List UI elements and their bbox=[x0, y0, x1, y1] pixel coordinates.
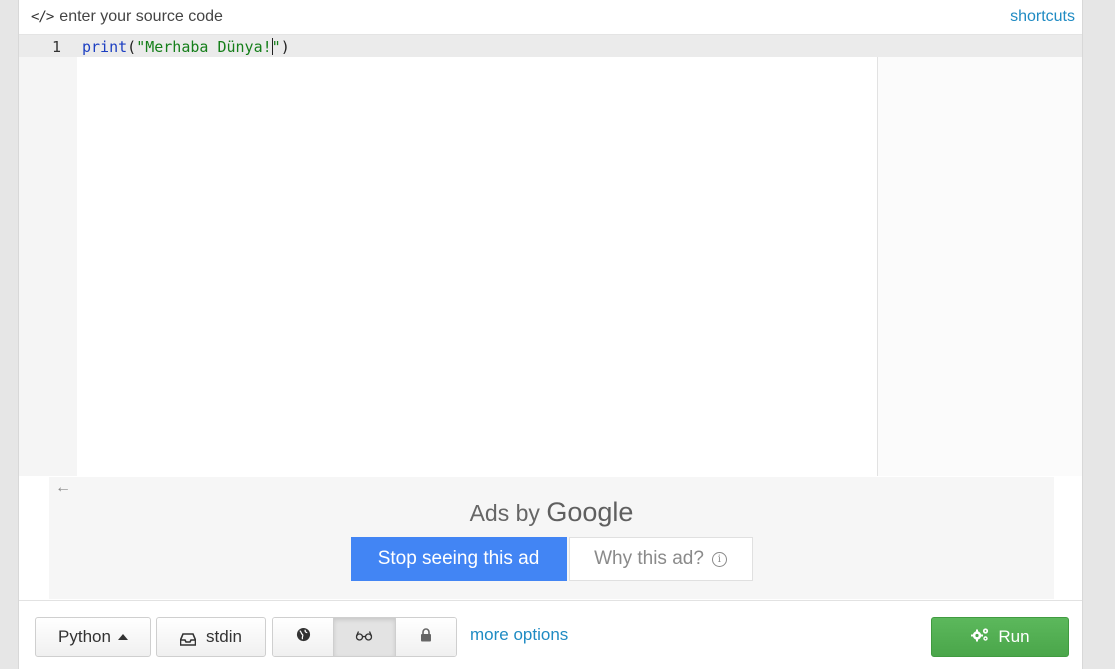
info-icon: i bbox=[711, 551, 727, 567]
code-text[interactable]: print("Merhaba Dünya!") bbox=[82, 36, 290, 58]
caret-up-icon bbox=[117, 634, 128, 640]
mode-toggle-group bbox=[272, 617, 457, 657]
globe-icon bbox=[296, 627, 311, 647]
editor-label: </> enter your source code bbox=[31, 8, 223, 26]
ads-by-text: Ads by bbox=[469, 500, 540, 526]
code-close-paren: ) bbox=[280, 38, 290, 56]
code-line[interactable]: 1 print("Merhaba Dünya!") bbox=[19, 36, 1082, 58]
shortcuts-link[interactable]: shortcuts bbox=[1010, 8, 1075, 26]
print-margin-line bbox=[877, 35, 878, 476]
inbox-icon bbox=[179, 631, 197, 646]
print-margin-area bbox=[878, 35, 1082, 476]
compiler-panel: </> enter your source code shortcuts 1 p… bbox=[18, 0, 1083, 669]
lock-icon bbox=[420, 627, 432, 647]
language-select-button[interactable]: Python bbox=[35, 617, 151, 657]
gears-icon bbox=[970, 627, 990, 647]
ad-area: ← Ads by Google Stop seeing this ad Why … bbox=[49, 477, 1054, 599]
code-string: "Merhaba Dünya! bbox=[136, 38, 272, 56]
glasses-icon bbox=[355, 628, 373, 646]
why-this-ad-label: Why this ad? bbox=[594, 548, 704, 569]
code-open-paren: ( bbox=[127, 38, 137, 56]
line-number: 1 bbox=[51, 38, 61, 56]
why-this-ad-button[interactable]: Why this ad? i bbox=[568, 537, 753, 581]
google-wordmark: Google bbox=[546, 497, 634, 527]
unlisted-mode-button[interactable] bbox=[334, 618, 396, 656]
code-editor[interactable]: 1 print("Merhaba Dünya!") bbox=[19, 34, 1082, 476]
stop-seeing-ad-button[interactable]: Stop seeing this ad bbox=[350, 537, 567, 581]
code-icon: </> bbox=[31, 9, 54, 25]
language-label: Python bbox=[58, 627, 111, 646]
bottom-toolbar: Python stdin more options Run bbox=[19, 600, 1082, 669]
editor-header: </> enter your source code shortcuts bbox=[19, 0, 1082, 34]
editor-label-text: enter your source code bbox=[59, 8, 223, 25]
code-string-end: " bbox=[271, 38, 281, 56]
line-gutter bbox=[19, 35, 77, 476]
ad-back-arrow-icon[interactable]: ← bbox=[55, 479, 71, 497]
stdin-button[interactable]: stdin bbox=[156, 617, 266, 657]
stdin-label: stdin bbox=[206, 627, 242, 646]
public-mode-button[interactable] bbox=[273, 618, 335, 656]
private-mode-button[interactable] bbox=[395, 618, 456, 656]
run-label: Run bbox=[998, 627, 1030, 646]
ads-by-google: Ads by Google bbox=[49, 497, 1054, 528]
ad-buttons: Stop seeing this ad Why this ad? i bbox=[49, 537, 1054, 581]
more-options-link[interactable]: more options bbox=[470, 625, 568, 645]
code-keyword: print bbox=[82, 38, 128, 56]
run-button[interactable]: Run bbox=[931, 617, 1069, 657]
